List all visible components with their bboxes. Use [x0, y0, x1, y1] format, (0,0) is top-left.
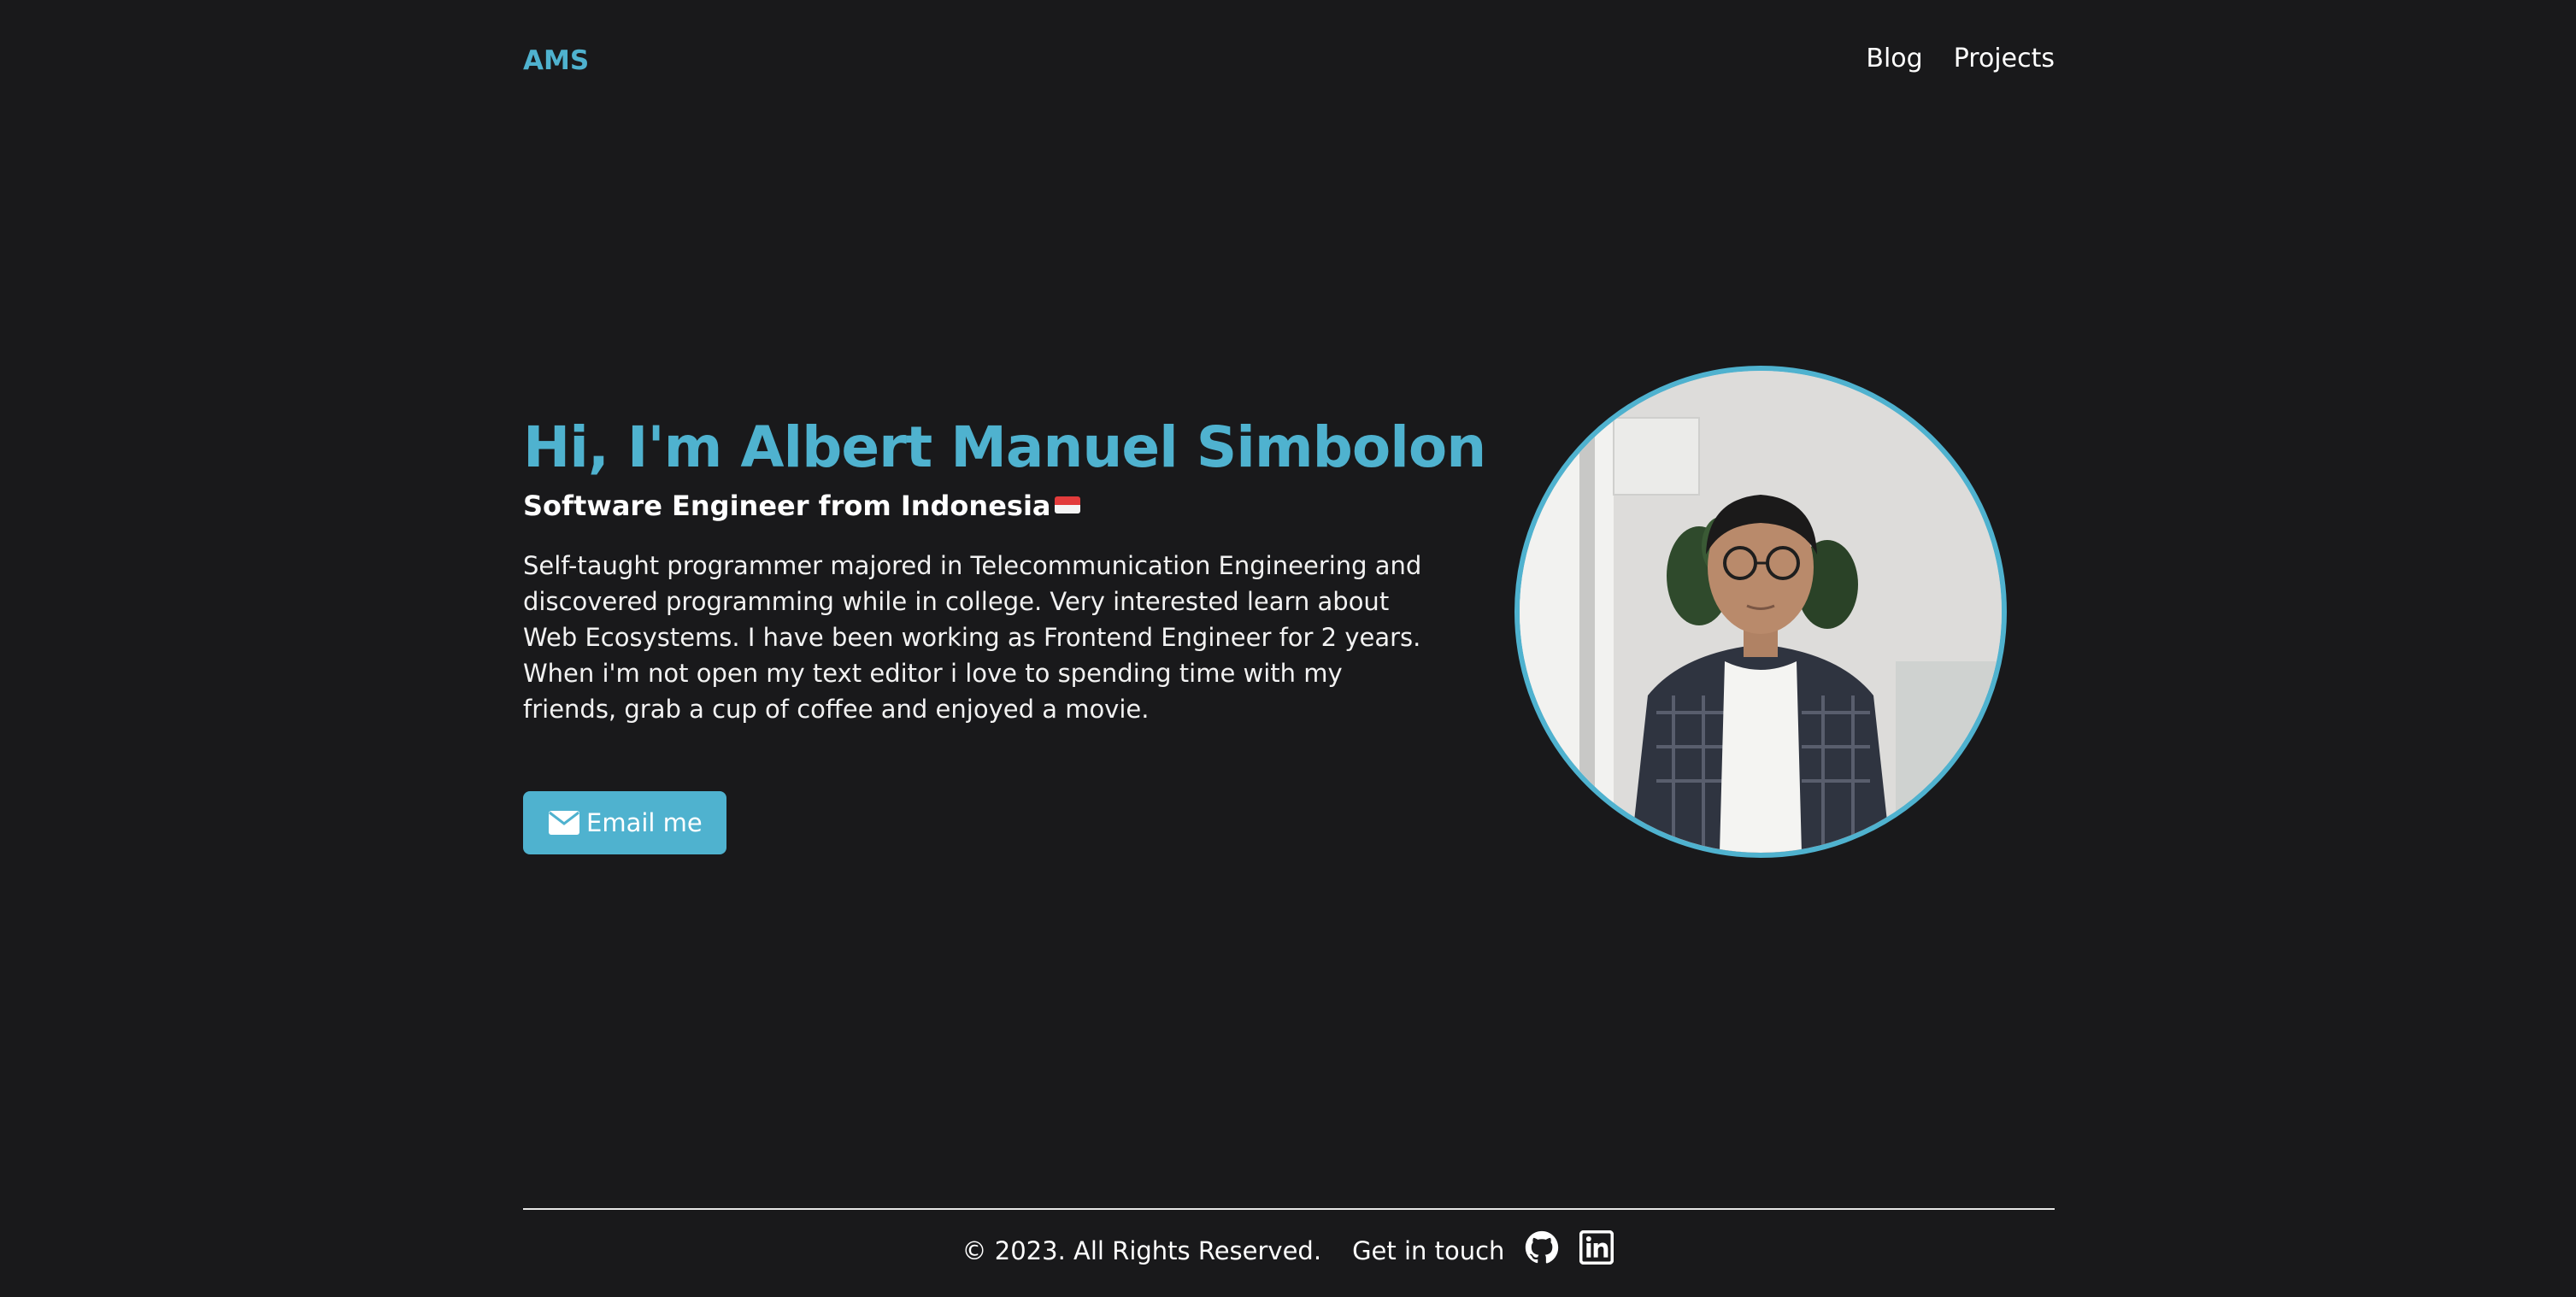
email-me-label: Email me [586, 807, 703, 837]
hero-bio: Self-taught programmer majored in Teleco… [523, 550, 1422, 724]
nav-link-projects[interactable]: Projects [1954, 44, 2055, 73]
email-me-button[interactable]: Email me [523, 790, 726, 854]
hero-subtitle: Software Engineer from Indonesia [523, 489, 1051, 522]
social-icons [1525, 1230, 1614, 1271]
profile-photo [1514, 366, 2007, 858]
get-in-touch-text: Get in touch [1352, 1235, 1505, 1265]
footer-divider [523, 1208, 2055, 1210]
copyright-text: © 2023. All Rights Reserved. [962, 1235, 1322, 1265]
profile-photo-image [1520, 371, 2002, 853]
indonesia-flag-icon [1054, 496, 1080, 514]
linkedin-icon[interactable] [1579, 1230, 1614, 1271]
nav-link-blog[interactable]: Blog [1866, 44, 1922, 73]
logo-link[interactable]: AMS [523, 45, 589, 76]
envelope-icon [549, 810, 579, 835]
hero-subtitle-row: Software Engineer from Indonesia [523, 490, 1438, 522]
main-nav: Blog Projects [1866, 44, 2055, 73]
hero-section: Hi, I'm Albert Manuel Simbolon Software … [523, 414, 1486, 854]
site-header: AMS Blog Projects [523, 34, 2055, 82]
site-footer: © 2023. All Rights Reserved. Get in touc… [0, 1230, 2576, 1271]
hero-title: Hi, I'm Albert Manuel Simbolon [523, 414, 1486, 480]
github-icon[interactable] [1525, 1230, 1559, 1271]
